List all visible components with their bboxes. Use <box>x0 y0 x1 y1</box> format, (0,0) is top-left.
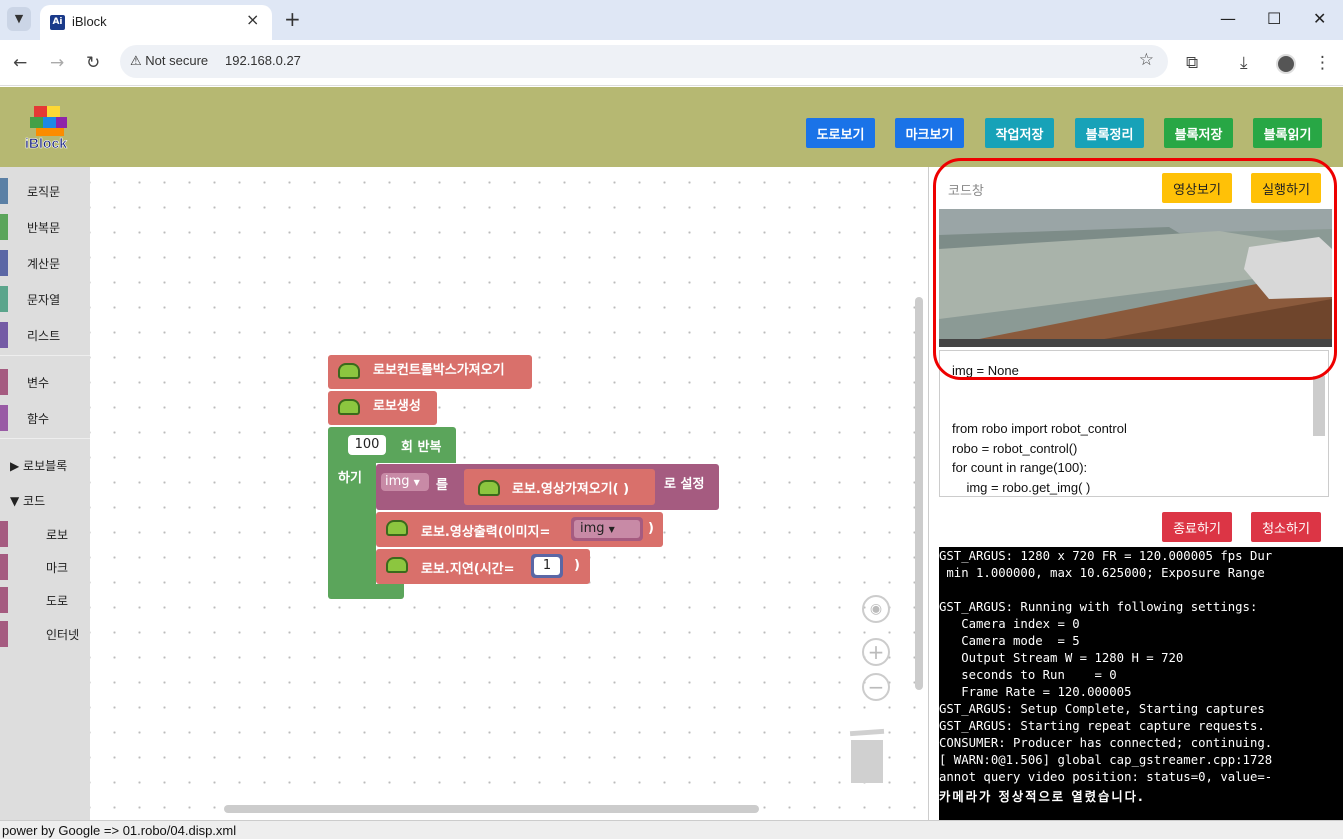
console-output: GST_ARGUS: 1280 x 720 FR = 120.000005 fp… <box>939 547 1343 820</box>
category-loop[interactable]: 반복문 <box>0 211 90 241</box>
menu-kebab-icon[interactable]: ⋮ <box>1314 53 1331 73</box>
code-editor-scrollbar[interactable] <box>1313 376 1325 436</box>
browser-tab-bar: ▼ Ai iBlock × + — ☐ ✕ <box>0 0 1343 40</box>
image-variable-slot[interactable]: img ▼ <box>571 517 643 541</box>
window-close-icon[interactable]: ✕ <box>1313 9 1326 28</box>
load-blocks-button[interactable]: 블록읽기 <box>1253 118 1322 148</box>
save-blocks-button[interactable]: 블록저장 <box>1164 118 1233 148</box>
category-variables[interactable]: 변수 <box>0 366 90 396</box>
robot-car-icon <box>386 557 408 573</box>
delay-block[interactable]: 로보.지연(시간= 1 ) <box>376 549 590 584</box>
robot-car-icon <box>386 520 408 536</box>
profile-avatar[interactable] <box>1276 54 1296 74</box>
tab-favicon: Ai <box>50 15 65 30</box>
reload-icon[interactable]: ↻ <box>86 53 100 73</box>
iblock-logo: iBlock <box>25 106 68 150</box>
variable-dropdown[interactable]: img ▼ <box>381 473 429 491</box>
highlight-annotation <box>933 158 1337 380</box>
bookmark-star-icon[interactable]: ☆ <box>1139 50 1154 70</box>
category-code[interactable]: ▼ 코드 <box>0 484 90 514</box>
repeat-block-body: 하기 <box>328 462 376 593</box>
address-bar-row: ← → ↻ ⚠ Not secure 192.168.0.27 ☆ ⧉ ⤓ ⋮ <box>0 40 1343 86</box>
browser-tab[interactable]: Ai iBlock × <box>40 5 272 40</box>
status-bar: power by Google => 01.robo/04.disp.xml <box>0 820 1343 839</box>
back-icon[interactable]: ← <box>13 53 27 73</box>
mark-view-button[interactable]: 마크보기 <box>895 118 964 148</box>
get-image-block[interactable]: 로보.영상가져오기( ) <box>464 469 655 505</box>
road-view-button[interactable]: 도로보기 <box>806 118 875 148</box>
category-functions[interactable]: 함수 <box>0 402 90 432</box>
arrange-blocks-button[interactable]: 블록정리 <box>1075 118 1144 148</box>
category-robo[interactable]: 로보 <box>0 518 90 548</box>
delay-value-slot[interactable]: 1 <box>531 554 563 578</box>
create-robot-block[interactable]: 로보생성 <box>328 391 437 425</box>
workspace-horizontal-scrollbar[interactable] <box>224 805 759 813</box>
url-text[interactable]: 192.168.0.27 <box>225 53 301 68</box>
category-logic[interactable]: 로직문 <box>0 175 90 205</box>
zoom-out-icon[interactable]: − <box>862 673 890 701</box>
extensions-icon[interactable]: ⧉ <box>1186 53 1198 73</box>
get-controlbox-block[interactable]: 로보컨트롤박스가져오기 <box>328 355 532 389</box>
recenter-icon[interactable]: ◉ <box>862 595 890 623</box>
maximize-icon[interactable]: ☐ <box>1267 9 1281 28</box>
svg-text:iBlock: iBlock <box>25 135 67 150</box>
repeat-block[interactable]: 100 회 반복 <box>328 427 456 463</box>
address-bar[interactable]: ⚠ Not secure 192.168.0.27 ☆ <box>120 45 1168 78</box>
category-text[interactable]: 문자열 <box>0 283 90 313</box>
category-list[interactable]: 리스트 <box>0 319 90 349</box>
set-variable-block[interactable]: img ▼ 를 로보.영상가져오기( ) 로 설정 <box>376 464 719 510</box>
category-road[interactable]: 도로 <box>0 584 90 614</box>
stop-button[interactable]: 종료하기 <box>1162 512 1232 542</box>
not-secure-indicator[interactable]: ⚠ Not secure <box>130 53 208 69</box>
robot-car-icon <box>338 363 360 379</box>
forward-icon[interactable]: → <box>50 53 64 73</box>
category-math[interactable]: 계산문 <box>0 247 90 277</box>
robot-car-icon <box>338 399 360 415</box>
sidebar-separator <box>0 355 90 356</box>
block-category-sidebar: 로직문 반복문 계산문 문자열 리스트 변수 함수 ▶ 로보블록 ▼ 코드 로보… <box>0 167 90 820</box>
tab-title: iBlock <box>72 14 107 29</box>
trash-icon[interactable] <box>848 728 886 784</box>
tab-close-icon[interactable]: × <box>246 10 259 29</box>
robot-car-icon <box>478 480 500 496</box>
category-internet[interactable]: 인터넷 <box>0 618 90 648</box>
minimize-icon[interactable]: — <box>1220 9 1236 28</box>
tab-search-icon[interactable]: ▼ <box>7 7 31 31</box>
sidebar-separator <box>0 438 90 439</box>
download-icon[interactable]: ⤓ <box>1240 53 1248 73</box>
show-image-block[interactable]: 로보.영상출력(이미지= img ▼ ) <box>376 512 663 547</box>
new-tab-icon[interactable]: + <box>284 7 301 31</box>
repeat-block-footer <box>328 584 404 599</box>
clear-button[interactable]: 청소하기 <box>1251 512 1321 542</box>
category-mark[interactable]: 마크 <box>0 551 90 581</box>
zoom-in-icon[interactable]: + <box>862 638 890 666</box>
save-work-button[interactable]: 작업저장 <box>985 118 1054 148</box>
workspace-vertical-scrollbar[interactable] <box>915 297 923 690</box>
repeat-count-field[interactable]: 100 <box>348 435 386 455</box>
category-robo-blocks[interactable]: ▶ 로보블록 <box>0 449 90 479</box>
